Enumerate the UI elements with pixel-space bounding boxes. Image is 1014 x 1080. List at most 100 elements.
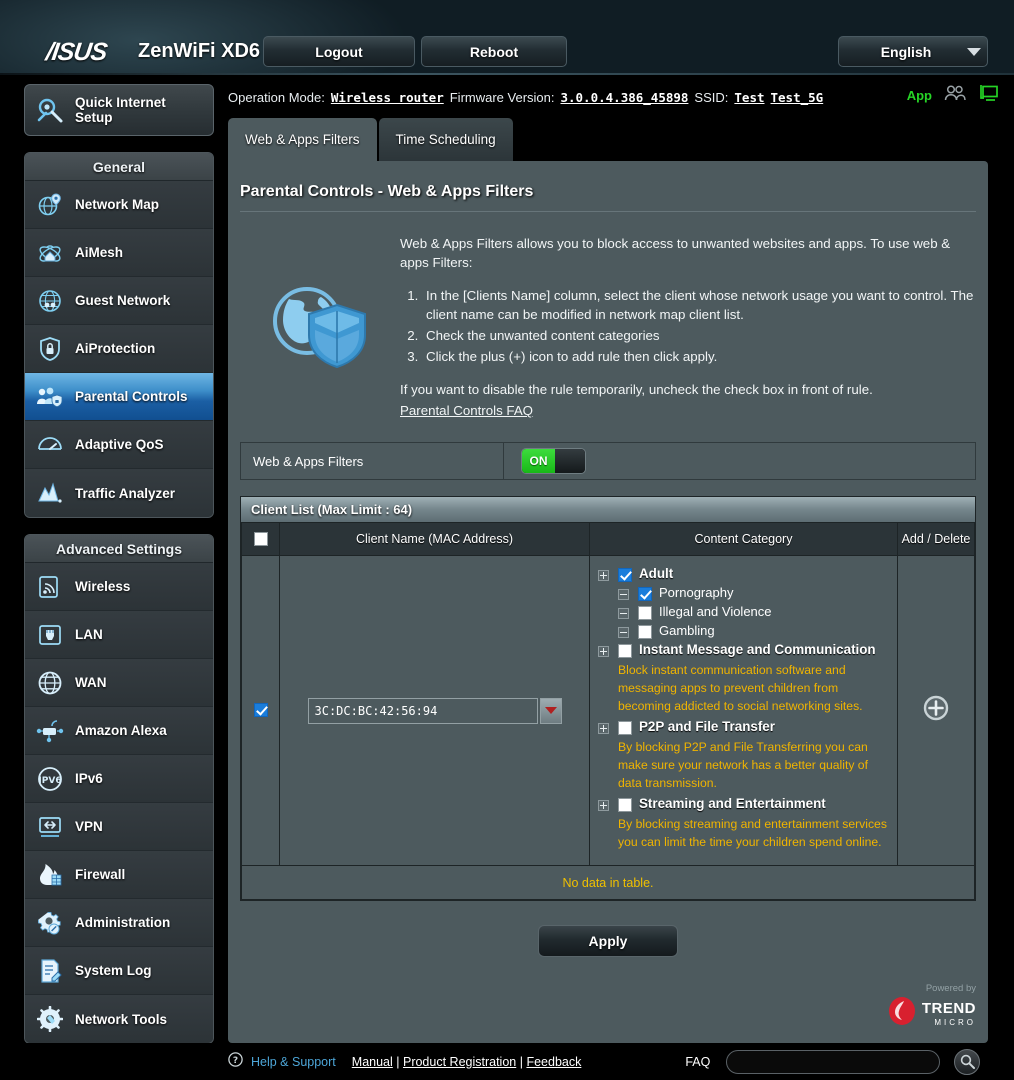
powered-by-label: Powered by — [925, 983, 976, 994]
intro-note: If you want to disable the rule temporar… — [400, 382, 873, 397]
quick-internet-setup-button[interactable]: Quick Internet Setup — [24, 84, 214, 136]
sidebar-item-label: AiMesh — [75, 245, 124, 260]
mac-address-input[interactable]: 3C:DC:BC:42:56:94 — [307, 697, 538, 724]
screen-mirror-icon[interactable] — [978, 84, 998, 106]
header-quick-icons: App — [907, 84, 998, 106]
header-banner: /ISUS ZenWiFi XD6 Logout Reboot English — [0, 0, 1014, 75]
sidebar-item-label: VPN — [75, 819, 103, 834]
operation-mode-label: Operation Mode: — [228, 89, 325, 105]
category-description: By blocking streaming and entertainment … — [618, 817, 887, 849]
sidebar-item-label: IPv6 — [75, 771, 103, 786]
tab-time-scheduling[interactable]: Time Scheduling — [378, 118, 513, 161]
ssid-2g-value[interactable]: Test — [734, 90, 764, 105]
category-label: Adult — [639, 566, 674, 581]
sidebar-item-aimesh[interactable]: AiMesh — [25, 229, 213, 277]
category-checkbox-adult[interactable] — [618, 568, 632, 582]
advanced-menu-group: Advanced Settings Wireless LAN WAN Amazo… — [24, 534, 214, 1044]
logout-button[interactable]: Logout — [263, 36, 415, 67]
category-checkbox-illegal-and-violence[interactable] — [638, 606, 652, 620]
sidebar-item-network-map[interactable]: Network Map — [25, 181, 213, 229]
network-tools-icon — [35, 1004, 65, 1034]
ssid-5g-value[interactable]: Test_5G — [771, 90, 824, 105]
parental-controls-icon — [35, 382, 65, 412]
chevron-down-icon — [961, 47, 987, 56]
category-checkbox-p2p-file-transfer[interactable] — [618, 721, 632, 735]
expander-minus-icon[interactable] — [618, 627, 629, 638]
product-registration-link[interactable]: Product Registration — [403, 1055, 516, 1069]
expander-minus-icon[interactable] — [618, 589, 629, 600]
firewall-icon — [35, 860, 65, 890]
expander-minus-icon[interactable] — [618, 608, 629, 619]
switch-knob — [555, 449, 585, 473]
sidebar-item-label: Network Tools — [75, 1011, 168, 1027]
table-row: 3C:DC:BC:42:56:94 Adult Pornography Ille… — [241, 555, 975, 866]
sidebar-item-ipv6[interactable]: IPV6 IPv6 — [25, 755, 213, 803]
sidebar-item-label: Amazon Alexa — [75, 723, 167, 738]
sidebar-item-traffic-analyzer[interactable]: Traffic Analyzer — [25, 469, 213, 517]
guest-network-icon — [35, 286, 65, 316]
users-icon[interactable] — [944, 84, 966, 106]
client-list-table: Client Name (MAC Address) Content Catego… — [241, 522, 975, 866]
sidebar-item-firewall[interactable]: Firewall — [25, 851, 213, 899]
expander-plus-icon[interactable] — [598, 723, 609, 734]
switch-state-label: ON — [522, 449, 555, 473]
operation-mode-value[interactable]: Wireless router — [331, 90, 444, 105]
sidebar-item-amazon-alexa[interactable]: Amazon Alexa — [25, 707, 213, 755]
sidebar-item-adaptive-qos[interactable]: Adaptive QoS — [25, 421, 213, 469]
category-checkbox-instant-message[interactable] — [618, 644, 632, 658]
content-tabs: Web & Apps Filters Time Scheduling — [228, 118, 513, 161]
select-all-checkbox[interactable] — [253, 532, 268, 547]
search-icon[interactable] — [954, 1048, 981, 1075]
expander-plus-icon[interactable] — [598, 570, 609, 581]
category-checkbox-gambling[interactable] — [638, 625, 652, 639]
sidebar-item-system-log[interactable]: System Log — [25, 947, 213, 995]
sidebar-item-wireless[interactable]: Wireless — [25, 563, 213, 611]
tab-web-apps-filters[interactable]: Web & Apps Filters — [228, 118, 377, 161]
row-select-checkbox[interactable] — [253, 703, 268, 718]
trend-micro-logo-icon — [887, 996, 917, 1031]
web-apps-filters-toggle-row: Web & Apps Filters ON — [240, 442, 976, 480]
feedback-link[interactable]: Feedback — [526, 1055, 581, 1069]
help-support-label: Help & Support — [251, 1054, 336, 1069]
client-list-title: Client List (Max Limit : 64) — [241, 497, 975, 522]
page-title: Parental Controls - Web & Apps Filters — [240, 183, 534, 200]
language-selector[interactable]: English — [838, 36, 988, 67]
content-category-cell: Adult Pornography Illegal and Violence G… — [589, 555, 898, 866]
trend-name: TREND — [921, 1000, 976, 1017]
expander-plus-icon[interactable] — [598, 646, 609, 657]
sidebar-item-lan[interactable]: LAN — [25, 611, 213, 659]
no-data-message: No data in table. — [241, 866, 975, 900]
plus-circle-icon[interactable] — [923, 695, 949, 725]
app-link[interactable]: App — [907, 88, 932, 103]
expander-plus-icon[interactable] — [598, 800, 609, 811]
apply-button[interactable]: Apply — [538, 925, 678, 957]
select-all-header — [241, 522, 280, 556]
category-label: Pornography — [659, 585, 734, 600]
administration-icon — [35, 908, 65, 938]
lan-icon — [35, 620, 65, 650]
sidebar-item-vpn[interactable]: VPN — [25, 803, 213, 851]
category-label: Gambling — [659, 623, 715, 638]
apply-row: Apply — [228, 925, 988, 957]
firmware-value[interactable]: 3.0.0.4.386_45898 — [560, 90, 688, 105]
sidebar-item-wan[interactable]: WAN — [25, 659, 213, 707]
category-checkbox-streaming-entertainment[interactable] — [618, 798, 632, 812]
category-checkbox-pornography[interactable] — [638, 587, 652, 601]
client-dropdown-button[interactable] — [539, 697, 562, 724]
manual-link[interactable]: Manual — [352, 1055, 393, 1069]
faq-search-input[interactable] — [726, 1049, 941, 1074]
category-label: Instant Message and Communication — [639, 642, 876, 657]
category-tree: Adult Pornography Illegal and Violence G… — [590, 556, 897, 865]
aiprotection-icon — [35, 334, 65, 364]
sidebar-item-parental-controls[interactable]: Parental Controls — [25, 373, 213, 421]
sidebar-item-network-tools[interactable]: Network Tools — [25, 995, 213, 1043]
globe-shield-icon — [242, 230, 392, 420]
mac-input-group: 3C:DC:BC:42:56:94 — [280, 697, 589, 724]
parental-controls-faq-link[interactable]: Parental Controls FAQ — [400, 401, 533, 420]
reboot-button[interactable]: Reboot — [421, 36, 567, 67]
sidebar-item-label: System Log — [75, 963, 152, 978]
web-apps-filters-switch[interactable]: ON — [521, 448, 586, 474]
sidebar-item-aiprotection[interactable]: AiProtection — [25, 325, 213, 373]
sidebar-item-guest-network[interactable]: Guest Network — [25, 277, 213, 325]
sidebar-item-administration[interactable]: Administration — [25, 899, 213, 947]
